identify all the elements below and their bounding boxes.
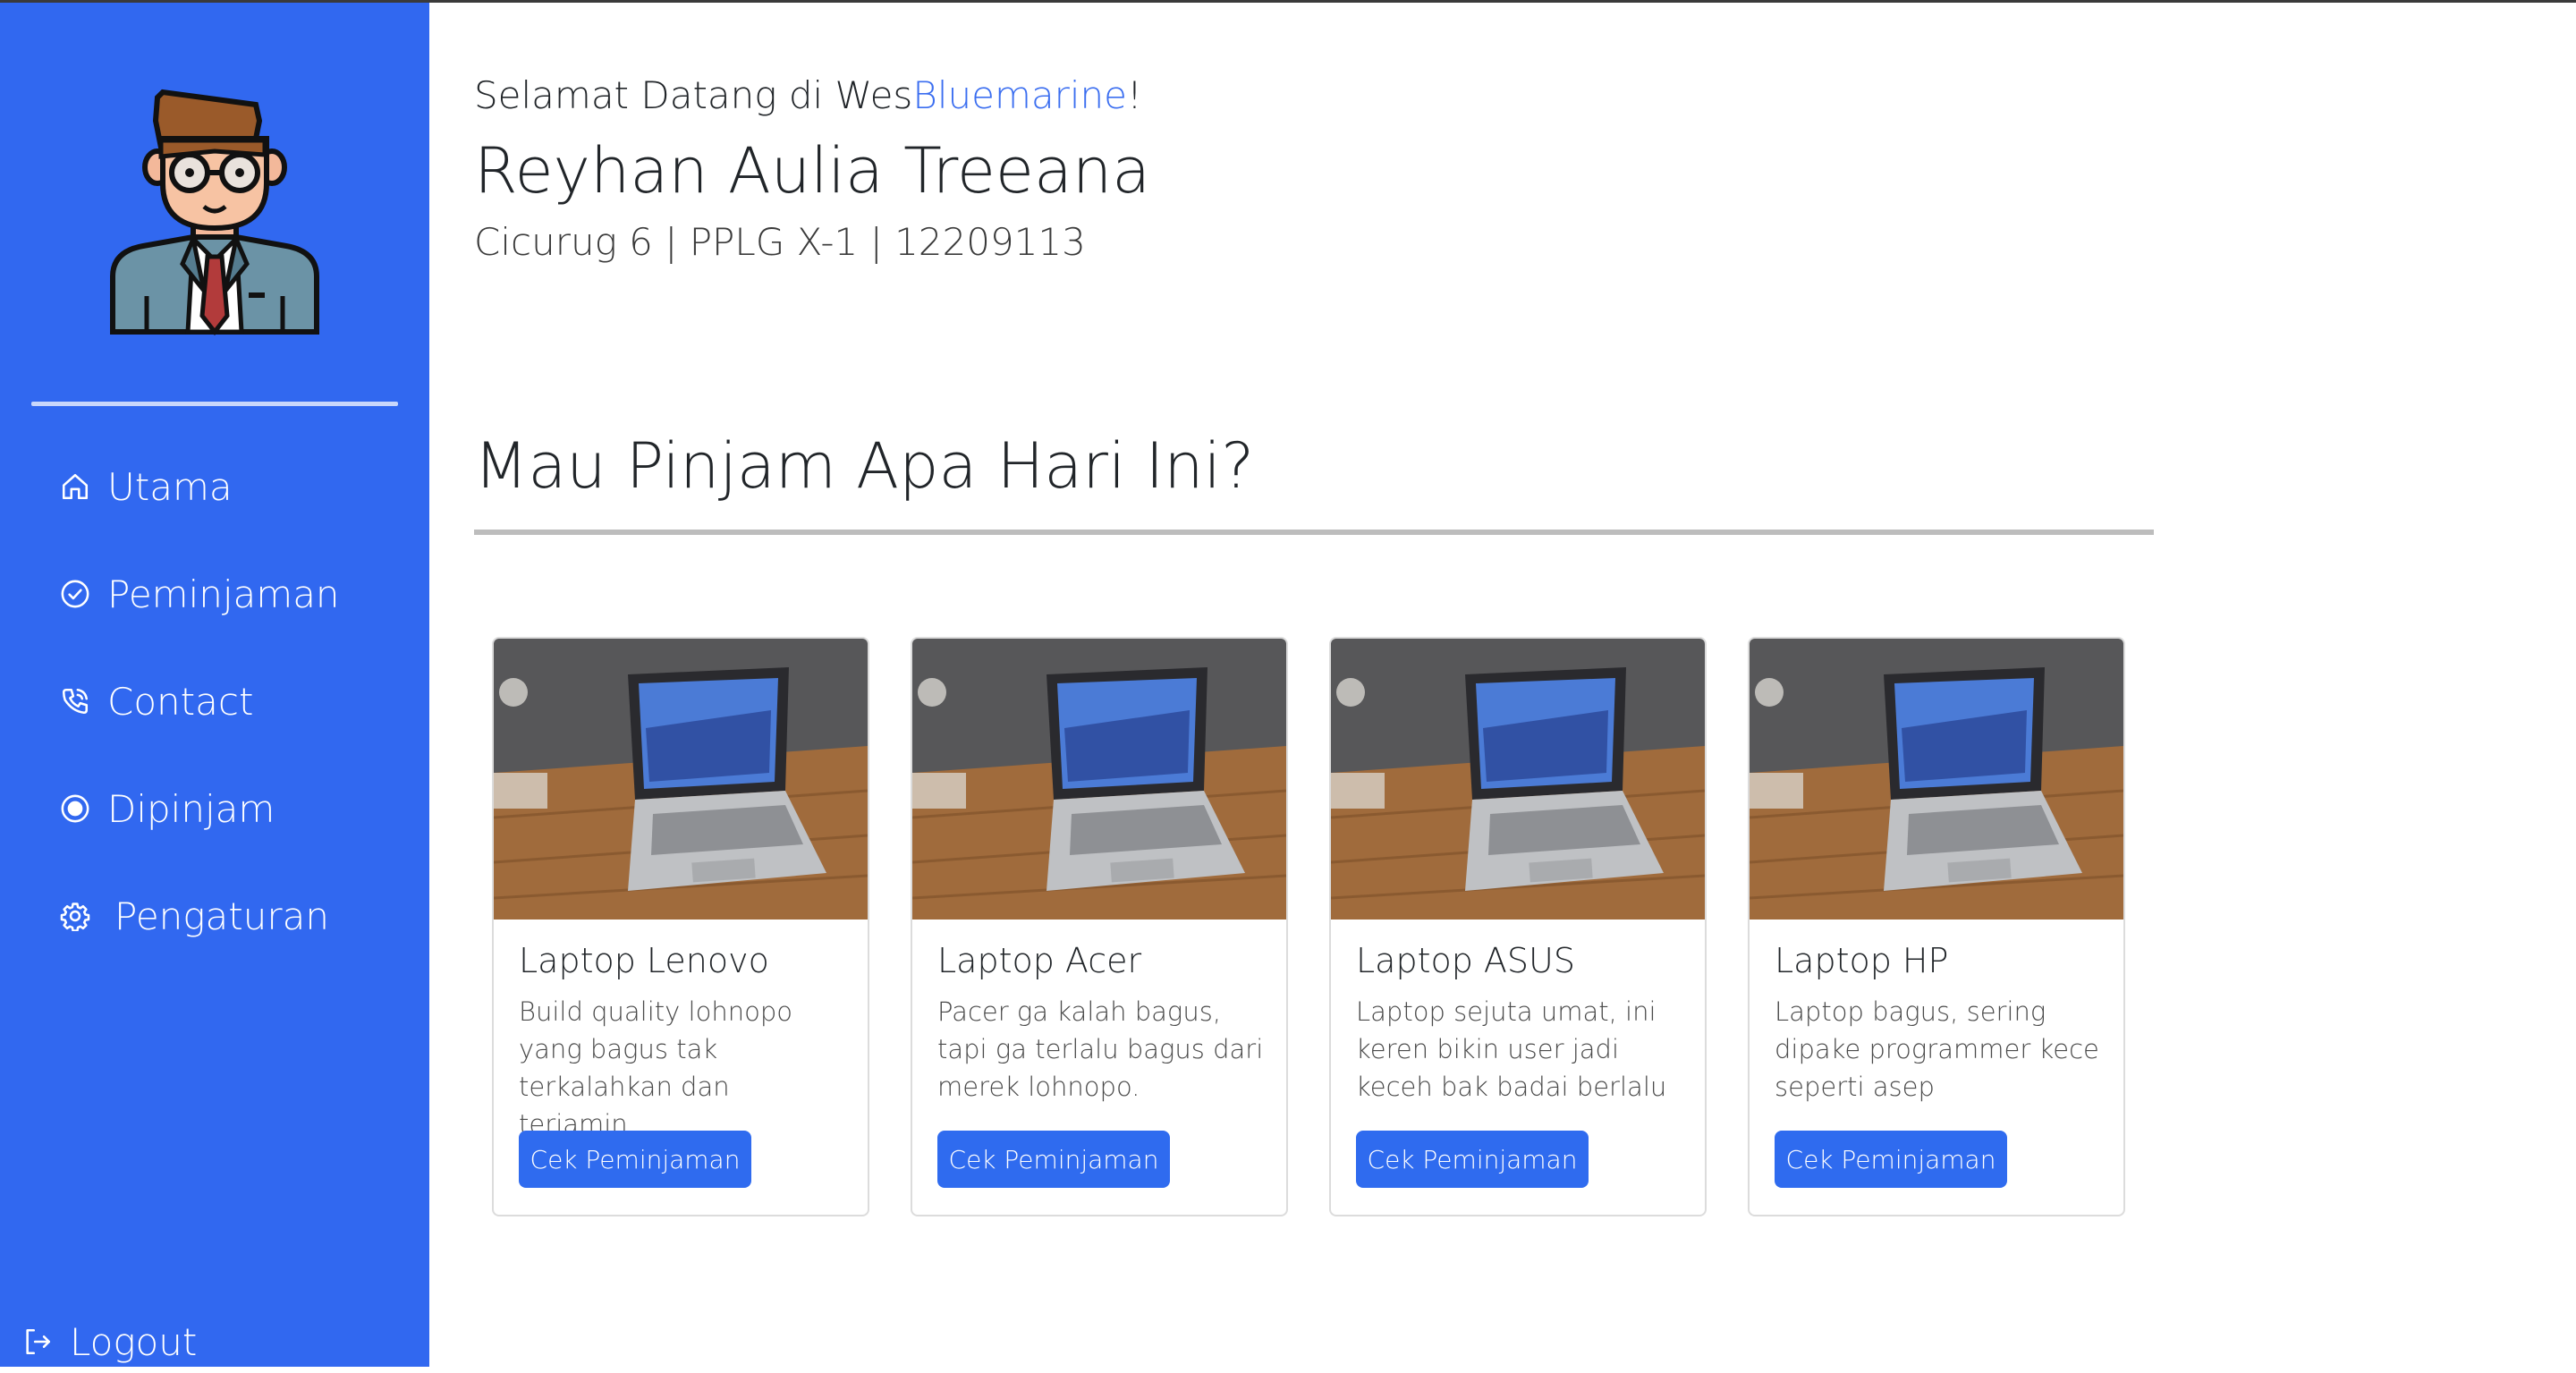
sidebar: Utama Peminjaman Contact Dipinjam Pengat… (0, 3, 429, 1367)
sidebar-item-label: Peminjaman (107, 572, 340, 616)
home-icon (57, 469, 93, 504)
main-content: Selamat Datang di WesBluemarine! Reyhan … (429, 0, 2576, 1367)
logout-label: Logout (70, 1319, 198, 1364)
welcome-text: Selamat Datang di WesBluemarine! (474, 73, 1142, 117)
laptop-photo (1331, 639, 1705, 920)
card-description: Build quality lohnopo yang bagus tak ter… (519, 996, 792, 1140)
section-divider (474, 530, 2154, 535)
sidebar-item-label: Contact (107, 679, 254, 724)
sidebar-item-label: Dipinjam (107, 786, 275, 831)
card-title: Laptop HP (1775, 941, 1949, 980)
user-meta: Cicurug 6 | PPLG X-1 | 12209113 (474, 220, 1086, 264)
gear-icon (57, 898, 93, 934)
laptop-photo (1750, 639, 2123, 920)
card-description: Laptop sejuta umat, ini keren bikin user… (1356, 996, 1667, 1102)
welcome-suffix: ! (1127, 73, 1142, 117)
check-circle-icon (57, 576, 93, 612)
product-card: Laptop ASUS Laptop sejuta umat, ini kere… (1329, 637, 1707, 1216)
laptop-photo (912, 639, 1286, 920)
phone-icon (57, 683, 93, 719)
sidebar-item-contact[interactable]: Contact (57, 670, 253, 733)
logout-icon (20, 1324, 55, 1360)
sidebar-item-utama[interactable]: Utama (57, 455, 233, 518)
product-card: Laptop HP Laptop bagus, sering dipake pr… (1748, 637, 2125, 1216)
cek-peminjaman-button[interactable]: Cek Peminjaman (937, 1131, 1170, 1188)
sidebar-item-peminjaman[interactable]: Peminjaman (57, 563, 340, 625)
sidebar-item-dipinjam[interactable]: Dipinjam (57, 777, 275, 840)
businessman-avatar-icon (110, 89, 319, 336)
record-circle-icon (57, 791, 93, 826)
section-title: Mau Pinjam Apa Hari Ini? (474, 429, 1255, 503)
laptop-photo (494, 639, 868, 920)
brand-name: Bluemarine (912, 73, 1127, 117)
cek-peminjaman-button[interactable]: Cek Peminjaman (1356, 1131, 1589, 1188)
user-name: Reyhan Aulia Treeana (474, 134, 1151, 208)
logout-button[interactable]: Logout (20, 1310, 197, 1373)
card-description: Pacer ga kalah bagus, tapi ga terlalu ba… (937, 996, 1264, 1102)
sidebar-item-label: Pengaturan (114, 894, 329, 938)
cek-peminjaman-button[interactable]: Cek Peminjaman (519, 1131, 751, 1188)
card-title: Laptop Acer (937, 941, 1142, 980)
product-card: Laptop Lenovo Build quality lohnopo yang… (492, 637, 869, 1216)
card-title: Laptop Lenovo (519, 941, 769, 980)
product-card: Laptop Acer Pacer ga kalah bagus, tapi g… (911, 637, 1288, 1216)
sidebar-item-label: Utama (107, 464, 233, 509)
sidebar-item-pengaturan[interactable]: Pengaturan (57, 885, 329, 947)
welcome-prefix: Selamat Datang di Wes (474, 73, 913, 117)
sidebar-divider (31, 402, 398, 406)
card-description: Laptop bagus, sering dipake programmer k… (1775, 996, 2099, 1102)
cek-peminjaman-button[interactable]: Cek Peminjaman (1775, 1131, 2007, 1188)
card-title: Laptop ASUS (1356, 941, 1575, 980)
